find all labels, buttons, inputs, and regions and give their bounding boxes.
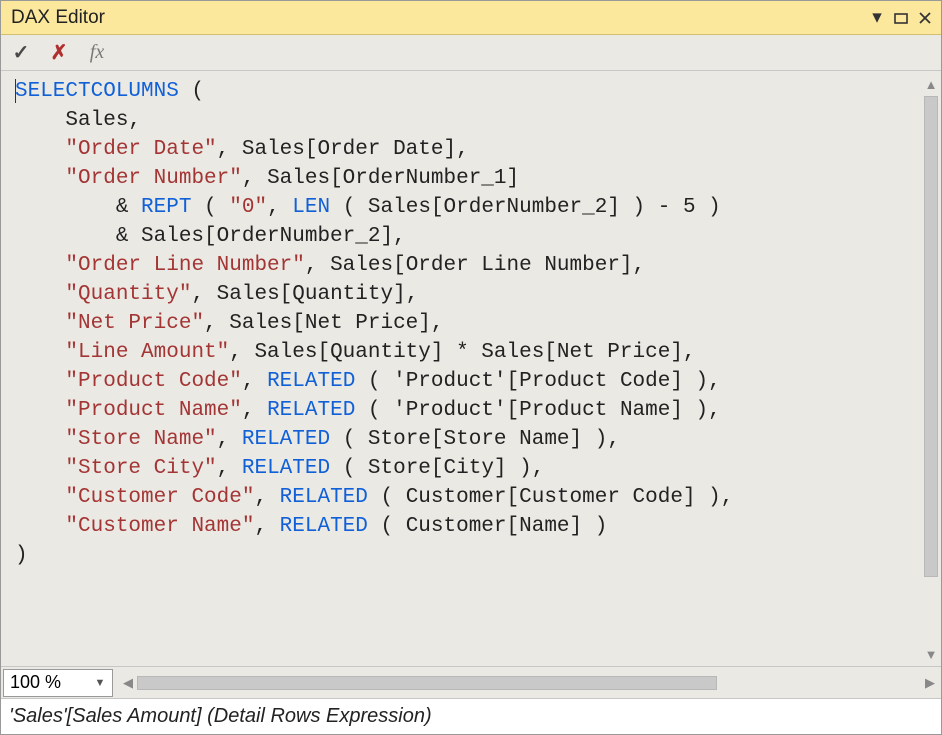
- accept-icon[interactable]: ✓: [9, 41, 33, 65]
- code-token: (: [191, 196, 229, 219]
- vertical-scrollbar[interactable]: ▲ ▼: [921, 71, 941, 666]
- code-token: "Customer Name": [65, 515, 254, 538]
- code-token: "0": [229, 196, 267, 219]
- code-token: [15, 283, 65, 306]
- code-token: [15, 399, 65, 422]
- code-token: ,: [254, 515, 279, 538]
- window-maximize-icon[interactable]: [891, 8, 911, 28]
- hscroll-thumb[interactable]: [137, 676, 717, 690]
- cancel-icon[interactable]: ✗: [47, 41, 71, 65]
- window-title: DAX Editor: [11, 7, 867, 29]
- code-token: , Sales[Net Price],: [204, 312, 443, 335]
- window-controls: ▾: [867, 8, 935, 28]
- code-editor[interactable]: SELECTCOLUMNS ( Sales, "Order Date", Sal…: [1, 71, 921, 666]
- code-token: RELATED: [242, 428, 330, 451]
- titlebar: DAX Editor ▾: [1, 1, 941, 35]
- code-token: &: [15, 196, 141, 219]
- code-token: & Sales[OrderNumber_2],: [15, 225, 406, 248]
- code-token: RELATED: [242, 457, 330, 480]
- code-token: [15, 312, 65, 335]
- code-token: LEN: [292, 196, 330, 219]
- code-token: "Store Name": [65, 428, 216, 451]
- code-token: , Sales[Quantity],: [191, 283, 418, 306]
- code-token: , Sales[Order Date],: [217, 138, 469, 161]
- code-token: "Quantity": [65, 283, 191, 306]
- code-token: RELATED: [267, 399, 355, 422]
- editor-pane: SELECTCOLUMNS ( Sales, "Order Date", Sal…: [1, 71, 941, 666]
- code-token: RELATED: [280, 486, 368, 509]
- code-token: [15, 254, 65, 277]
- zoom-value: 100 %: [10, 672, 61, 693]
- window-close-icon[interactable]: [915, 8, 935, 28]
- status-text: 'Sales'[Sales Amount] (Detail Rows Expre…: [9, 705, 432, 728]
- code-token: ,: [267, 196, 292, 219]
- text-caret: [15, 79, 16, 103]
- code-token: [15, 138, 65, 161]
- scroll-right-icon[interactable]: ▶: [923, 675, 937, 691]
- zoom-select[interactable]: 100 % ▼: [3, 669, 113, 697]
- code-token: ( 'Product'[Product Code] ),: [355, 370, 720, 393]
- code-token: [15, 457, 65, 480]
- scroll-track[interactable]: [924, 96, 938, 643]
- code-token: ,: [217, 457, 242, 480]
- code-token: ,: [254, 486, 279, 509]
- code-token: ,: [217, 428, 242, 451]
- scroll-up-icon[interactable]: ▲: [925, 77, 938, 92]
- code-token: RELATED: [267, 370, 355, 393]
- code-token: RELATED: [280, 515, 368, 538]
- fx-icon[interactable]: fx: [85, 41, 109, 65]
- code-token: ( Customer[Name] ): [368, 515, 607, 538]
- scroll-down-icon[interactable]: ▼: [925, 647, 938, 662]
- code-token: , Sales[OrderNumber_1]: [242, 167, 519, 190]
- code-token: ( Sales[OrderNumber_2] ) - 5 ): [330, 196, 721, 219]
- code-token: [15, 486, 65, 509]
- code-token: , Sales[Order Line Number],: [305, 254, 645, 277]
- code-token: ( Customer[Customer Code] ),: [368, 486, 733, 509]
- code-token: ,: [242, 370, 267, 393]
- code-token: ( 'Product'[Product Name] ),: [355, 399, 720, 422]
- code-token: "Net Price": [65, 312, 204, 335]
- code-token: [15, 428, 65, 451]
- horizontal-scrollbar[interactable]: ◀ ▶: [117, 673, 941, 693]
- code-token: ,: [242, 399, 267, 422]
- code-token: , Sales[Quantity] * Sales[Net Price],: [229, 341, 695, 364]
- code-token: "Order Date": [65, 138, 216, 161]
- scroll-left-icon[interactable]: ◀: [121, 675, 135, 691]
- toolbar: ✓ ✗ fx: [1, 35, 941, 71]
- statusbar: 'Sales'[Sales Amount] (Detail Rows Expre…: [1, 698, 941, 734]
- code-token: [15, 167, 65, 190]
- scroll-thumb[interactable]: [924, 96, 938, 577]
- code-token: ( Store[City] ),: [330, 457, 544, 480]
- code-token: "Product Name": [65, 399, 241, 422]
- code-token: (: [179, 80, 204, 103]
- code-token: ): [15, 544, 28, 567]
- dropdown-icon: ▼: [90, 672, 110, 694]
- code-token: "Customer Code": [65, 486, 254, 509]
- bottom-bar: 100 % ▼ ◀ ▶: [1, 666, 941, 698]
- code-token: "Product Code": [65, 370, 241, 393]
- hscroll-track[interactable]: [137, 676, 921, 690]
- code-token: "Order Number": [65, 167, 241, 190]
- code-token: [15, 370, 65, 393]
- code-token: REPT: [141, 196, 191, 219]
- code-token: [15, 515, 65, 538]
- window-dropdown-icon[interactable]: ▾: [867, 8, 887, 28]
- code-token: Sales,: [15, 109, 141, 132]
- code-token: "Line Amount": [65, 341, 229, 364]
- code-token: "Store City": [65, 457, 216, 480]
- code-token: [15, 341, 65, 364]
- code-token: SELECTCOLUMNS: [15, 80, 179, 103]
- code-token: "Order Line Number": [65, 254, 304, 277]
- code-token: ( Store[Store Name] ),: [330, 428, 620, 451]
